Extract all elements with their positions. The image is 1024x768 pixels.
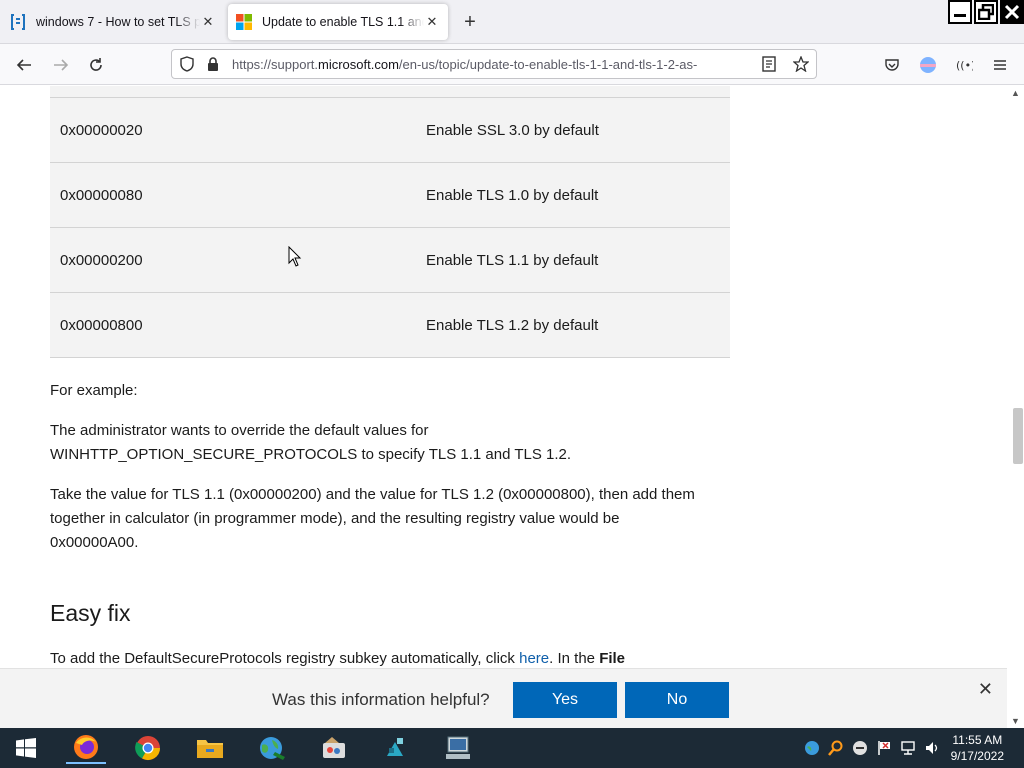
value-cell: 0x00000020 [60,122,143,139]
easy-fix-heading: Easy fix [50,600,131,626]
file-bold-text: File [599,650,626,667]
url-path: /en-us/topic/update-to-enable-tls-1-1-an… [398,56,698,72]
table-row: 0x00000800 Enable TLS 1.2 by default [50,293,730,358]
close-window-button[interactable] [1000,0,1024,24]
reader-view-icon[interactable] [758,53,780,75]
page-content: 0x00000020 Enable SSL 3.0 by default 0x0… [0,86,1024,668]
value-cell: 0x00000800 [60,317,143,334]
microsoft-logo-icon [236,14,252,30]
yes-button[interactable]: Yes [513,682,617,718]
tab-update-tls[interactable]: Update to enable TLS 1.1 and TLS 1.2 ✕ [228,4,448,40]
url-text[interactable]: https://support.microsoft.com/en-us/topi… [232,57,754,72]
restore-button[interactable] [974,0,998,24]
lock-icon[interactable] [202,53,224,75]
no-button[interactable]: No [625,682,729,718]
back-arrow-icon[interactable] [12,53,36,77]
description-cell: Enable TLS 1.2 by default [426,317,599,334]
close-feedback-icon[interactable]: ✕ [978,679,993,700]
paragraph-text: To add the DefaultSecureProtocols regist… [50,650,520,667]
paint-tools-icon[interactable] [314,732,354,764]
hamburger-menu-icon[interactable] [988,53,1012,77]
value-cell: 0x00000080 [60,187,143,204]
tab-title: Update to enable TLS 1.1 and TLS 1.2 [262,15,424,29]
file-explorer-icon[interactable] [190,732,230,764]
feedback-bar: Was this information helpful? Yes No ✕ [0,668,1007,728]
paragraph-line: 0x00000A00. [50,534,139,551]
paragraph-text: . In the [549,650,600,667]
tab-title: windows 7 - How to set TLS protocols [36,15,200,29]
puzzle-app-icon[interactable] [376,732,416,764]
windows-start-icon[interactable] [6,732,46,764]
system-clock[interactable]: 11:55 AM 9/17/2022 [951,732,1004,764]
network-connection-tray-icon[interactable] [900,740,916,756]
table-row: 0x00000080 Enable TLS 1.0 by default [50,163,730,228]
computer-icon[interactable] [438,732,478,764]
network-globe-icon[interactable] [252,732,292,764]
forward-arrow-icon[interactable] [49,53,73,77]
taskbar: 11:55 AM 9/17/2022 [0,728,1024,768]
minimize-button[interactable] [948,0,972,24]
scrollbar-thumb[interactable] [1013,408,1023,464]
table-row [50,86,730,98]
bookmark-star-icon[interactable] [790,53,812,75]
table-row: 0x00000200 Enable TLS 1.1 by default [50,228,730,293]
window-controls [948,0,1024,24]
firefox-icon[interactable] [66,732,106,764]
vertical-scrollbar[interactable]: ▲ ▼ [1007,86,1024,728]
paragraph-line: The administrator wants to override the … [50,422,429,439]
description-cell: Enable TLS 1.1 by default [426,252,599,269]
network-tray-icon[interactable] [804,740,820,756]
chrome-icon[interactable] [128,732,168,764]
tab-strip: windows 7 - How to set TLS protocols ✕ U… [0,0,1024,44]
volume-tray-icon[interactable] [924,740,940,756]
feedback-question: Was this information helpful? [272,690,490,709]
paragraph-line: Take the value for TLS 1.1 (0x00000200) … [50,486,695,503]
new-tab-button[interactable]: + [458,11,482,35]
scroll-down-arrow-icon[interactable]: ▼ [1011,716,1020,726]
calculation-paragraph: Take the value for TLS 1.1 (0x00000200) … [50,483,730,555]
reload-icon[interactable] [84,53,108,77]
mouse-pointer-icon [288,245,302,273]
pocket-icon[interactable] [880,53,904,77]
paragraph-line: together in calculator (in programmer mo… [50,510,620,527]
scroll-up-arrow-icon[interactable]: ▲ [1011,88,1020,98]
for-example-text: For example: [50,382,138,399]
minus-circle-tray-icon[interactable] [852,740,868,756]
table-row: 0x00000020 Enable SSL 3.0 by default [50,98,730,163]
close-tab-icon[interactable]: ✕ [424,14,440,30]
protocol-values-table: 0x00000020 Enable SSL 3.0 by default 0x0… [50,86,730,358]
close-tab-icon[interactable]: ✕ [200,14,216,30]
tab-windows7-tls[interactable]: windows 7 - How to set TLS protocols ✕ [2,4,224,40]
url-domain: microsoft.com [318,56,399,72]
address-bar[interactable]: https://support.microsoft.com/en-us/topi… [171,49,817,79]
value-cell: 0x00000200 [60,252,143,269]
description-cell: Enable SSL 3.0 by default [426,122,599,139]
description-cell: Enable TLS 1.0 by default [426,187,599,204]
action-center-flag-icon[interactable] [876,740,892,756]
clock-date: 9/17/2022 [950,749,1004,763]
stackexchange-favicon-icon [10,14,26,30]
administrator-paragraph: The administrator wants to override the … [50,419,730,467]
paragraph-line: WINHTTP_OPTION_SECURE_PROTOCOLS to speci… [50,446,572,463]
search-tray-icon[interactable] [828,740,844,756]
tracking-shield-icon[interactable] [176,53,198,75]
clock-time: 11:55 AM [952,733,1003,747]
account-avatar-icon[interactable] [916,53,940,77]
extension-icon[interactable]: ((•)) [952,53,976,77]
svg-text:((•)): ((•)) [956,59,973,72]
url-prefix: https://support. [232,56,318,72]
here-link[interactable]: here [519,650,549,667]
navigation-bar: https://support.microsoft.com/en-us/topi… [0,44,1024,85]
easy-fix-paragraph: To add the DefaultSecureProtocols regist… [50,647,730,668]
